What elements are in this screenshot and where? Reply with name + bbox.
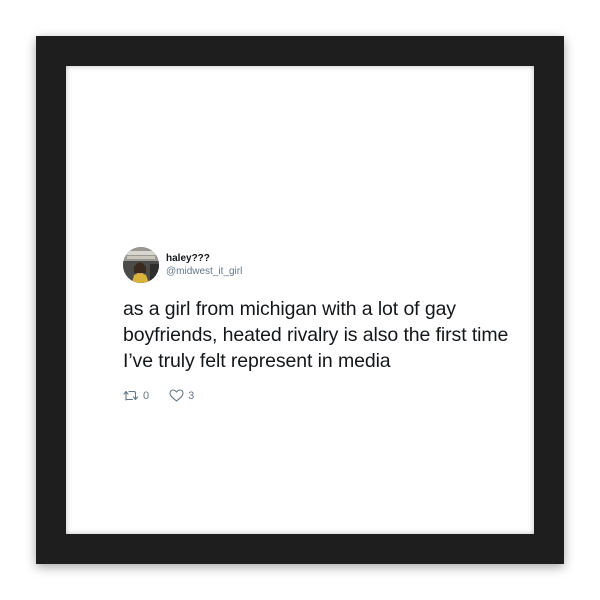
retweet-icon bbox=[123, 390, 139, 401]
like-button[interactable]: 3 bbox=[169, 389, 194, 402]
picture-frame: haley??? @midwest_it_girl as a girl from… bbox=[36, 36, 564, 564]
retweet-count: 0 bbox=[143, 389, 150, 402]
avatar-image bbox=[123, 247, 159, 283]
page: haley??? @midwest_it_girl as a girl from… bbox=[0, 0, 600, 600]
like-count: 3 bbox=[188, 389, 195, 402]
user-handle[interactable]: @midwest_it_girl bbox=[166, 265, 242, 278]
tweet-actions: 0 3 bbox=[123, 389, 523, 402]
retweet-button[interactable]: 0 bbox=[123, 389, 149, 402]
tweet-author: haley??? @midwest_it_girl bbox=[166, 253, 242, 278]
heart-icon bbox=[169, 389, 184, 402]
tweet-card: haley??? @midwest_it_girl as a girl from… bbox=[123, 246, 523, 402]
display-name[interactable]: haley??? bbox=[166, 253, 242, 265]
tweet-text: as a girl from michigan with a lot of ga… bbox=[123, 298, 509, 372]
frame-mat: haley??? @midwest_it_girl as a girl from… bbox=[66, 66, 534, 534]
avatar[interactable] bbox=[123, 247, 159, 283]
tweet-header: haley??? @midwest_it_girl bbox=[123, 246, 523, 284]
